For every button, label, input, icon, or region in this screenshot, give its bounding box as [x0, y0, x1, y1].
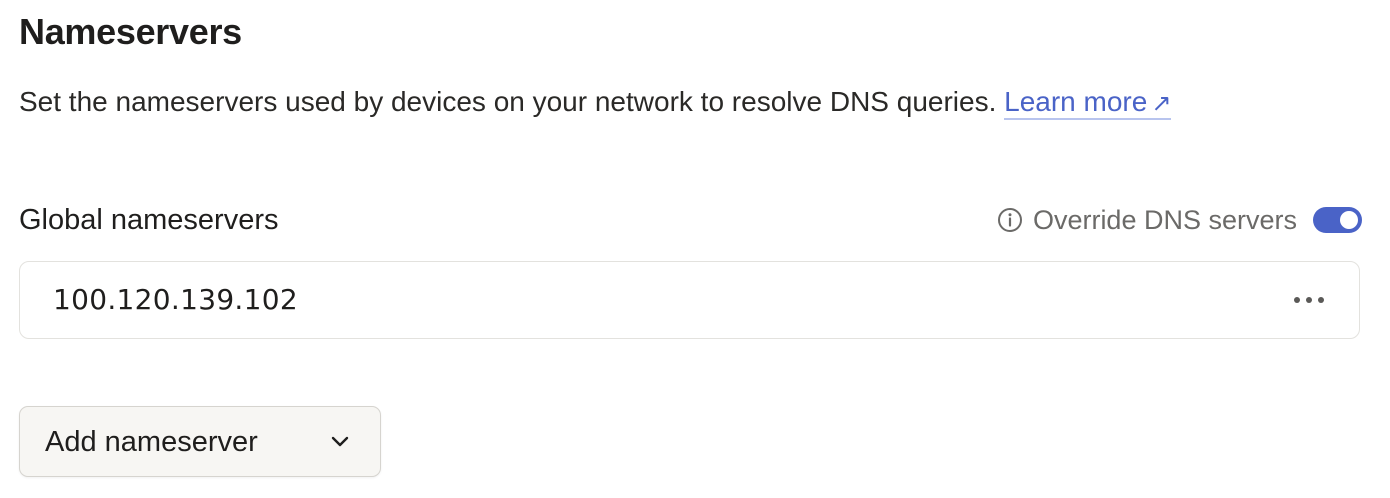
- override-dns-label: Override DNS servers: [1032, 205, 1297, 235]
- add-nameserver-button[interactable]: Add nameserver: [19, 406, 381, 477]
- global-nameservers-label: Global nameservers: [19, 204, 279, 236]
- nameserver-address: 100.120.139.102: [53, 283, 298, 316]
- learn-more-link[interactable]: Learn more ↗: [1004, 86, 1172, 120]
- add-nameserver-label: Add nameserver: [45, 425, 258, 458]
- nameserver-row[interactable]: 100.120.139.102: [19, 261, 1360, 339]
- override-dns-control: Override DNS servers: [997, 202, 1362, 238]
- arrow-up-right-icon: ↗: [1151, 90, 1172, 117]
- info-icon[interactable]: [997, 207, 1023, 233]
- chevron-down-icon: [331, 436, 349, 447]
- learn-more-label: Learn more: [1004, 86, 1148, 117]
- more-options-button[interactable]: [1289, 284, 1329, 316]
- description-text: Set the nameservers used by devices on y…: [19, 86, 1005, 117]
- override-dns-toggle[interactable]: [1313, 207, 1362, 233]
- section-description: Set the nameservers used by devices on y…: [19, 82, 1172, 124]
- more-horizontal-icon: [1294, 297, 1324, 303]
- toggle-knob: [1340, 211, 1358, 229]
- page-title: Nameservers: [19, 11, 242, 52]
